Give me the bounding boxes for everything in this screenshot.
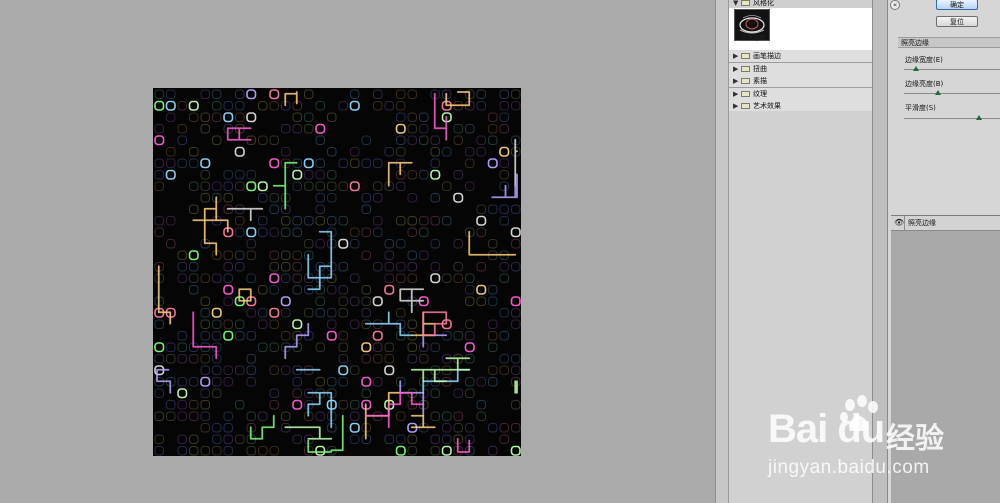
folder-row[interactable]: ▶ 素描 xyxy=(729,75,872,88)
filter-thumbnails: 照亮边缘 xyxy=(729,8,872,50)
folder-row[interactable]: ▶ 画笔描边 xyxy=(729,50,872,63)
edge-width-slider-thumb[interactable] xyxy=(912,66,919,71)
jingyan-text: 经验 xyxy=(886,421,945,455)
baidu-watermark: Bai du 经验 jingyan.baidu.com xyxy=(768,395,1000,485)
smoothness-slider[interactable] xyxy=(904,118,1000,119)
baidu-logo-text: Bai du xyxy=(768,407,885,451)
preview-area xyxy=(0,0,715,503)
layer-separator xyxy=(904,216,905,230)
filter-select[interactable]: 照亮边缘 xyxy=(898,37,1000,48)
folder-label: 纹理 xyxy=(753,89,767,98)
folder-icon xyxy=(741,0,750,6)
folder-label: 素描 xyxy=(753,77,767,85)
smoothness-slider-thumb[interactable] xyxy=(975,115,982,120)
filter-preview-canvas[interactable] xyxy=(153,88,521,456)
collapse-icon[interactable]: « xyxy=(890,0,900,10)
expand-right-icon: ▶ xyxy=(733,89,739,98)
effect-layer-label: 照亮边缘 xyxy=(908,219,936,227)
edge-width-label: 边缘宽度(E) xyxy=(905,56,943,64)
edge-brightness-slider[interactable] xyxy=(904,93,1000,94)
folder-row[interactable]: ▶ 纹理 xyxy=(729,87,872,101)
edge-brightness-slider-thumb[interactable] xyxy=(934,90,941,95)
expand-right-icon: ▶ xyxy=(733,52,739,60)
reset-button[interactable]: 复位 xyxy=(936,16,978,27)
folder-icon xyxy=(741,53,750,59)
folder-icon xyxy=(741,90,750,97)
folder-label: 画笔描边 xyxy=(753,52,781,60)
glowing-edges-image xyxy=(154,89,521,456)
expand-right-icon: ▶ xyxy=(733,64,739,73)
folder-icon xyxy=(741,65,750,72)
folder-icon xyxy=(741,78,750,84)
filter-thumb-label: 照亮边缘 xyxy=(740,35,765,42)
folder-icon xyxy=(741,103,750,109)
watermark-url: jingyan.baidu.com xyxy=(768,457,930,478)
ok-button[interactable]: 确定 xyxy=(936,0,978,10)
smoothness-label: 平滑度(S) xyxy=(905,104,936,112)
edge-brightness-label: 边缘亮度(B) xyxy=(905,80,944,88)
panel-splitter[interactable] xyxy=(715,0,729,503)
folder-row[interactable]: ▶ 扭曲 xyxy=(729,62,872,76)
effect-layer-row[interactable]: 👁 照亮边缘 xyxy=(891,216,1000,231)
folder-label: 扭曲 xyxy=(753,64,767,73)
eye-icon[interactable]: 👁 xyxy=(894,216,904,230)
expand-right-icon: ▶ xyxy=(733,77,739,85)
